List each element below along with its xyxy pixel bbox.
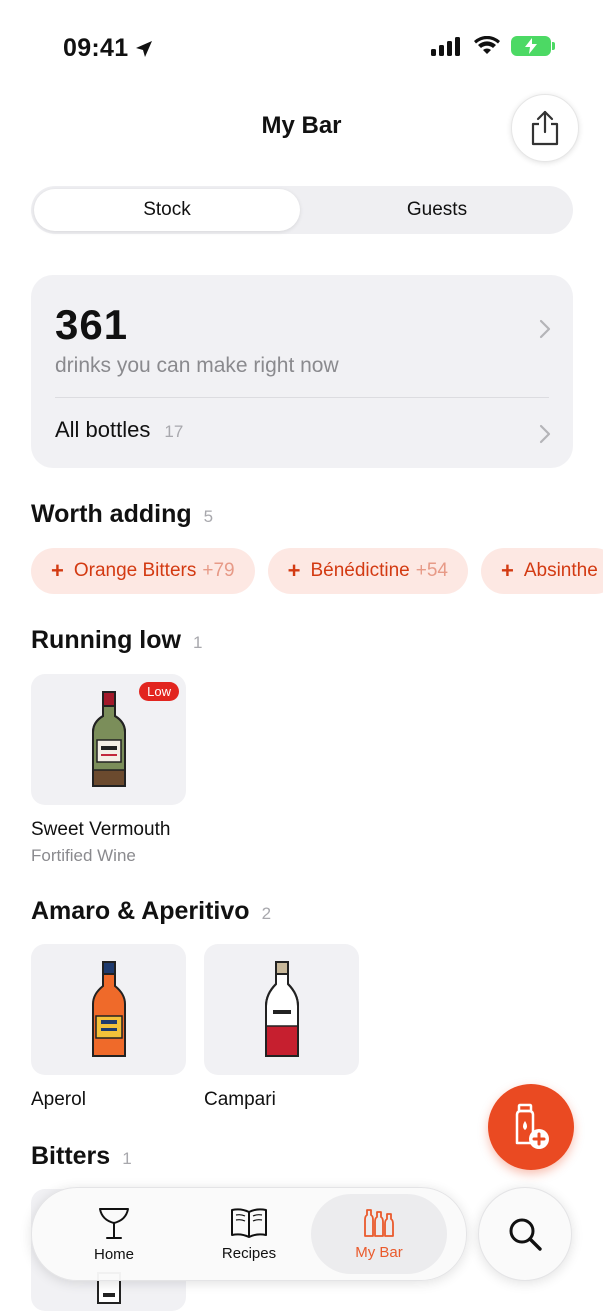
- chip-boost: +54: [415, 560, 448, 581]
- section-count: 1: [122, 1149, 132, 1168]
- tab-label: Home: [93, 1245, 134, 1263]
- bottle-tile: [31, 944, 186, 1075]
- tab-label: Recipes: [221, 1244, 277, 1262]
- campari-bottle-icon: [264, 960, 299, 1057]
- chevron-right-icon: [539, 420, 551, 451]
- tab-recipes[interactable]: Recipes: [181, 1194, 317, 1274]
- clock-text: 09:41: [63, 34, 129, 62]
- section-title: Bitters: [31, 1142, 111, 1170]
- plus-icon: +: [500, 558, 514, 583]
- cellular-signal-icon: [431, 37, 460, 56]
- bottle-tile: [204, 944, 359, 1075]
- makeable-drinks-caption: drinks you can make right now: [55, 354, 339, 377]
- plus-icon: +: [51, 558, 64, 583]
- suggestion-chip[interactable]: + Absinthe: [480, 548, 603, 594]
- tab-label: My Bar: [355, 1243, 403, 1261]
- section-count: 2: [261, 904, 272, 923]
- tab-home[interactable]: Home: [46, 1194, 182, 1274]
- all-bottles-label: All bottles: [55, 417, 151, 442]
- chip-label: Absinthe: [523, 560, 598, 581]
- amaro-aperitivo-heading: Amaro & Aperitivo 2: [31, 897, 271, 926]
- cocktail-glass-icon: [99, 1207, 129, 1239]
- chip-label: Orange Bitters: [73, 560, 197, 581]
- battery-charging-icon: [511, 36, 555, 56]
- tab-my-bar[interactable]: My Bar: [311, 1194, 447, 1274]
- all-bottles-count: 17: [164, 422, 184, 441]
- segment-guests[interactable]: Guests: [304, 189, 570, 231]
- add-bottle-icon: [515, 1103, 549, 1149]
- worth-adding-heading: Worth adding 5: [31, 500, 213, 529]
- status-bar-time: 09:41: [63, 34, 154, 63]
- summary-card: 361 drinks you can make right now All bo…: [31, 275, 573, 468]
- section-title: Running low: [31, 626, 181, 654]
- bottle-tile: Low: [31, 674, 186, 805]
- share-icon: [531, 110, 559, 146]
- chip-label: Bénédictine: [310, 560, 410, 581]
- running-low-heading: Running low 1: [31, 626, 202, 655]
- add-bottle-button[interactable]: [488, 1084, 574, 1170]
- section-count: 1: [192, 633, 203, 652]
- wine-bottle-icon: [91, 690, 126, 787]
- makeable-drinks-row[interactable]: 361 drinks you can make right now: [31, 275, 573, 397]
- section-title: Amaro & Aperitivo: [31, 897, 250, 925]
- plus-icon: +: [287, 558, 301, 583]
- chevron-right-icon: [539, 315, 551, 346]
- wifi-icon: [474, 36, 500, 54]
- bottle-name: Campari: [204, 1089, 276, 1110]
- book-icon: [231, 1207, 267, 1238]
- aperol-bottle-icon: [91, 960, 126, 1057]
- bottles-icon: [364, 1208, 394, 1237]
- status-bar-indicators: [431, 36, 555, 56]
- section-title: Worth adding: [31, 500, 192, 528]
- suggestion-chip[interactable]: + Orange Bitters +79: [31, 548, 255, 594]
- search-button[interactable]: [478, 1187, 572, 1281]
- suggestion-chip[interactable]: + Bénédictine +54: [267, 548, 468, 594]
- section-count: 5: [203, 507, 214, 526]
- chip-boost: +79: [202, 560, 235, 581]
- stock-guests-segmented-control: Stock Guests: [31, 186, 573, 234]
- bitters-heading: Bitters 1: [31, 1142, 132, 1171]
- all-bottles-row[interactable]: All bottles 17: [31, 398, 573, 468]
- bottle-name: Sweet Vermouth: [31, 819, 171, 840]
- segment-stock[interactable]: Stock: [34, 189, 300, 231]
- bottle-category: Fortified Wine: [31, 846, 136, 865]
- location-arrow-icon: [136, 40, 153, 57]
- bottle-name: Aperol: [31, 1089, 86, 1110]
- bottle-card-aperol[interactable]: Aperol: [31, 944, 186, 1111]
- bottle-card-campari[interactable]: Campari: [204, 944, 359, 1111]
- low-stock-badge: Low: [139, 682, 179, 701]
- search-icon: [509, 1218, 542, 1251]
- share-button[interactable]: [511, 94, 579, 162]
- bottle-card-sweet-vermouth[interactable]: Low Sweet Vermouth Fortified Wine: [31, 674, 186, 866]
- makeable-drinks-count: 361: [55, 301, 129, 348]
- worth-adding-chips: + Orange Bitters +79 + Bénédictine +54 +…: [31, 548, 603, 594]
- bottom-tab-bar: Home Recipes My Bar: [31, 1187, 467, 1281]
